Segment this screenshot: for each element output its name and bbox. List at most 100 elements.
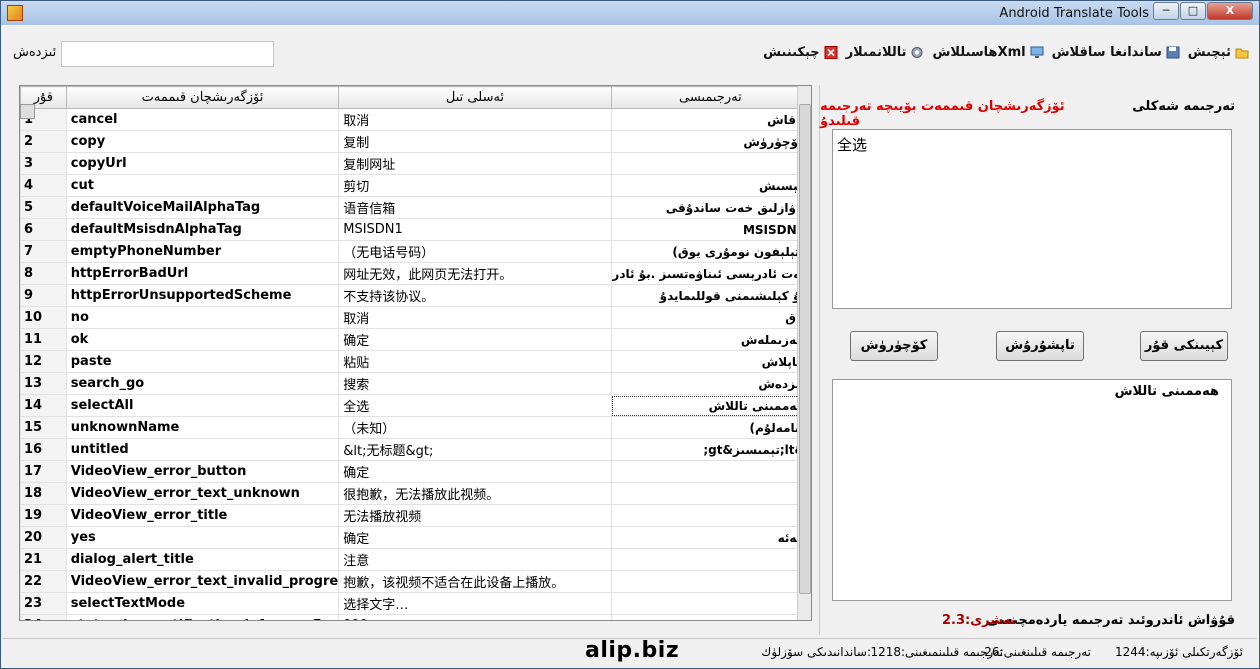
key-cell[interactable]: cancel [65,108,340,131]
key-cell[interactable]: paste [65,350,340,373]
source-cell[interactable]: 剪切 [338,174,612,197]
key-cell[interactable]: selectTextMode [65,592,340,615]
row-number-cell[interactable]: 11 [20,328,67,351]
row-number-cell[interactable]: 10 [20,306,67,329]
key-cell[interactable]: status_bar_notification_info_overflow [65,614,340,620]
translation-cell[interactable]: (نامەلۇم) [610,416,811,439]
table-row[interactable]: 13 search_go 搜索 ئىزدەش [20,372,811,395]
table-row[interactable]: 18 VideoView_error_text_unknown 很抱歉，无法播放此视… [20,482,811,505]
key-cell[interactable]: selectAll [65,394,340,417]
source-cell[interactable]: MSISDN1 [338,218,612,241]
column-header-source[interactable]: ئەسلى تىل [338,86,612,109]
translation-cell[interactable]: كېسىش [610,174,811,197]
row-number-cell[interactable]: 9 [20,284,67,307]
key-cell[interactable]: httpErrorBadUrl [65,262,340,285]
submit-button[interactable]: تاپشۇرۇش [996,331,1084,361]
table-row[interactable]: 16untitled&lt;无标题&gt;&lt;تېمىسىز&gt; [20,438,811,461]
key-cell[interactable]: ok [65,328,340,351]
row-number-cell[interactable]: 19 [20,504,67,527]
row-number-cell[interactable]: 4 [20,174,67,197]
menu-open[interactable]: ئېچىش [1188,45,1249,60]
column-header-key[interactable]: ئۆزگەرىشچان قىممەت [65,86,340,109]
table-row[interactable]: 14 selectAll 全选 ھەممىنى تاللاش [20,394,811,417]
translation-cell[interactable]: بەت ئادرېسى ئىناۋەتسىز .بۇ ئادرېس ئېچىلم… [610,262,811,285]
translation-cell[interactable]: بۇ كېلىشىمنى قوللىمايدۇ [610,284,811,307]
source-text-box[interactable]: 全选 [832,129,1232,309]
source-cell[interactable]: （无电话号码） [338,240,612,263]
row-number-cell[interactable]: 7 [20,240,67,263]
row-number-cell[interactable]: 2 [20,130,67,153]
table-row[interactable]: 2 copy 复制 كۆچۈرۈش [20,130,811,153]
key-cell[interactable]: VideoView_error_title [65,504,340,527]
translation-cell[interactable]: ياق [610,306,811,329]
key-cell[interactable]: copy [65,130,340,153]
copy-button[interactable]: كۆچۈرۈش [850,331,938,361]
source-cell[interactable]: 语音信箱 [338,196,612,219]
translation-cell[interactable] [610,504,811,527]
key-cell[interactable]: VideoView_error_text_unknown [65,482,340,505]
key-cell[interactable]: defaultMsisdnAlphaTag [65,218,340,241]
menu-save-db[interactable]: ساندانغا ساقلاش [1052,45,1180,60]
translation-text-box[interactable]: ھەممىنى تاللاش [832,379,1232,601]
source-cell[interactable]: 确定 [338,526,612,549]
source-cell[interactable]: 无法播放视频 [338,504,612,527]
source-cell[interactable]: 确定 [338,328,612,351]
source-cell[interactable]: 确定 [338,460,612,483]
translation-cell[interactable]: ئاۋازلىق خەت ساندۇقى [610,196,811,219]
source-cell[interactable]: 搜索 [338,372,612,395]
source-cell[interactable]: 取消 [338,108,612,131]
key-cell[interactable]: yes [65,526,340,549]
translation-cell[interactable]: ھەئە [610,526,811,549]
source-cell[interactable]: 很抱歉，无法播放此视频。 [338,482,612,505]
row-number-cell[interactable]: 22 [20,570,67,593]
source-cell[interactable]: 网址无效，此网页无法打开。 [338,262,612,285]
maximize-button[interactable]: □ [1180,2,1206,20]
scrollbar-thumb[interactable] [799,104,811,594]
table-row[interactable]: 21 dialog_alert_title 注意 [20,548,811,571]
row-number-cell[interactable]: 5 [20,196,67,219]
table-row[interactable]: 17 VideoView_error_button 确定 [20,460,811,483]
translation-cell[interactable] [610,548,811,571]
row-number-cell[interactable]: 12 [20,350,67,373]
translation-cell[interactable] [610,614,811,620]
key-cell[interactable]: emptyPhoneNumber [65,240,340,263]
row-number-cell[interactable]: 24 [20,614,67,620]
key-cell[interactable]: copyUrl [65,152,340,175]
table-row[interactable]: 1 cancel 取消 تاقاش [20,108,811,131]
translation-cell[interactable] [610,482,811,505]
row-number-cell[interactable]: 17 [20,460,67,483]
row-number-cell[interactable]: 14 [20,394,67,417]
table-row[interactable]: 22VideoView_error_text_invalid_progressi… [20,570,811,593]
row-number-cell[interactable]: 15 [20,416,67,439]
source-cell[interactable]: 复制 [338,130,612,153]
translation-cell[interactable]: &lt;تېمىسىز&gt; [610,438,811,461]
translation-cell[interactable]: (تېلېفون نومۇرى يوق) [610,240,811,263]
source-cell[interactable]: &lt;无标题&gt; [338,438,612,461]
menu-options[interactable]: تاللانمىلار [846,45,925,60]
search-input[interactable] [61,41,274,67]
strings-grid[interactable]: قۇر ئۆزگەرىشچان قىممەت ئەسلى تىل تەرجىمى… [19,85,812,621]
source-cell[interactable]: 不支持该协议。 [338,284,612,307]
row-number-cell[interactable]: 18 [20,482,67,505]
table-row[interactable]: 15 unknownName （未知） (نامەلۇم) [20,416,811,439]
minimize-button[interactable]: ─ [1153,2,1179,20]
translation-cell[interactable] [610,570,811,593]
source-cell[interactable]: 选择文字… [338,592,612,615]
translation-cell[interactable] [610,152,811,175]
translation-cell[interactable]: ھەممىنى تاللاش [610,394,811,417]
row-number-cell[interactable]: 3 [20,152,67,175]
source-cell[interactable]: 抱歉，该视频不适合在此设备上播放。 [338,570,612,593]
row-number-cell[interactable]: 20 [20,526,67,549]
row-number-cell[interactable]: 6 [20,218,67,241]
key-cell[interactable]: cut [65,174,340,197]
translation-cell[interactable] [610,460,811,483]
title-bar[interactable]: Android Translate Tools ─ □ X [1,1,1259,25]
table-row[interactable]: 20 yes 确定 ھەئە [20,526,811,549]
translation-cell[interactable]: تاقاش [610,108,811,131]
translation-cell[interactable]: ئىزدەش [610,372,811,395]
source-cell[interactable]: 999+ [338,614,612,620]
source-cell[interactable]: 全选 [338,394,612,417]
row-number-cell[interactable]: 23 [20,592,67,615]
close-button[interactable]: X [1207,2,1253,20]
row-number-cell[interactable]: 21 [20,548,67,571]
